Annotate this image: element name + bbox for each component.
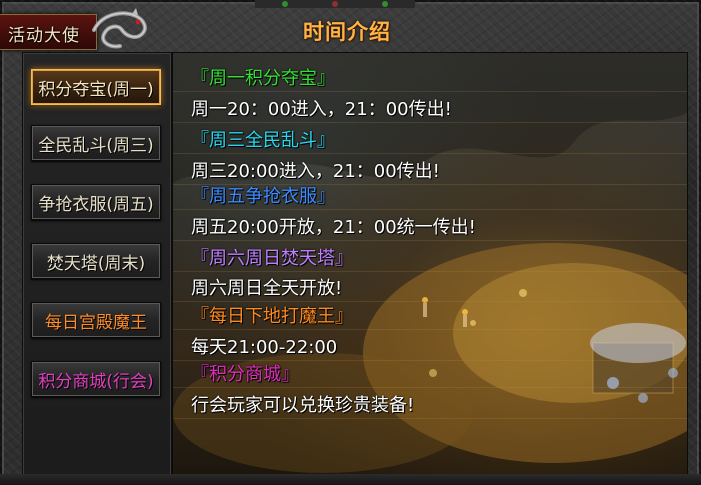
event-desc-row: 行会玩家可以兑换珍贵装备! [173,388,687,419]
menu-item-quanmin-luandou[interactable]: 全民乱斗(周三) [31,125,161,161]
event-info-panel: 『周一积分夺宝』 周一20：00进入，21：00传出! 『周三全民乱斗』 周三2… [172,52,688,476]
menu-item-label: 争抢衣服(周五) [38,194,154,215]
menu-item-label: 积分商城(行会) [38,371,154,392]
event-desc: 周一20：00进入，21：00传出! [191,99,452,120]
activity-menu: 积分夺宝(周一) 全民乱斗(周三) 争抢衣服(周五) 焚天塔(周末) 每日宫殿魔… [22,52,172,476]
event-name-row: 『周六周日焚天塔』 [173,241,687,272]
event-desc-row: 周一20：00进入，21：00传出! [173,92,687,123]
corner-tab: 活动大使 [0,14,97,50]
menu-item-label: 全民乱斗(周三) [38,135,154,156]
event-desc: 每天21:00-22:00 [191,337,338,358]
window-title: 时间介绍 [303,20,391,44]
event-desc: 周六周日全天开放! [191,278,343,299]
dragon-ornament-icon [92,8,147,49]
menu-item-label: 积分夺宝(周一) [38,79,154,100]
menu-item-label: 每日宫殿魔王 [45,312,147,333]
event-name: 『每日下地打魔王』 [191,306,353,327]
menu-item-zhengqiang-yifu[interactable]: 争抢衣服(周五) [31,184,161,220]
corner-label: 活动大使 [8,26,80,46]
event-name-row: 『周五争抢衣服』 [173,179,687,210]
menu-item-fentianta[interactable]: 焚天塔(周末) [31,243,161,279]
window-bottom-border [0,474,701,485]
event-name: 『周六周日焚天塔』 [191,248,353,269]
event-name: 『周五争抢衣服』 [191,186,335,207]
menu-item-jifen-duobao[interactable]: 积分夺宝(周一) [31,69,161,105]
event-name-row: 『每日下地打魔王』 [173,299,687,330]
menu-item-gongdian-mowang[interactable]: 每日宫殿魔王 [31,302,161,338]
event-name-row: 『周一积分夺宝』 [173,61,687,92]
event-desc: 周五20:00开放，21：00统一传出! [191,217,476,238]
event-name-row: 『积分商城』 [173,357,687,388]
event-desc-row: 周六周日全天开放! [173,271,687,302]
event-name: 『周一积分夺宝』 [191,68,335,89]
event-desc: 行会玩家可以兑换珍贵装备! [191,395,415,416]
event-desc-row: 周五20:00开放，21：00统一传出! [173,210,687,241]
event-name: 『积分商城』 [191,364,299,385]
event-name-row: 『周三全民乱斗』 [173,123,687,154]
menu-item-jifen-shangcheng[interactable]: 积分商城(行会) [31,361,161,397]
activity-window: 活动大使 时间介绍 积分夺宝(周一) 全民乱斗(周三) 争抢衣服(周五) 焚天塔… [0,0,701,485]
event-name: 『周三全民乱斗』 [191,130,335,151]
menu-item-label: 焚天塔(周末) [46,253,146,274]
top-ornament [255,0,415,8]
